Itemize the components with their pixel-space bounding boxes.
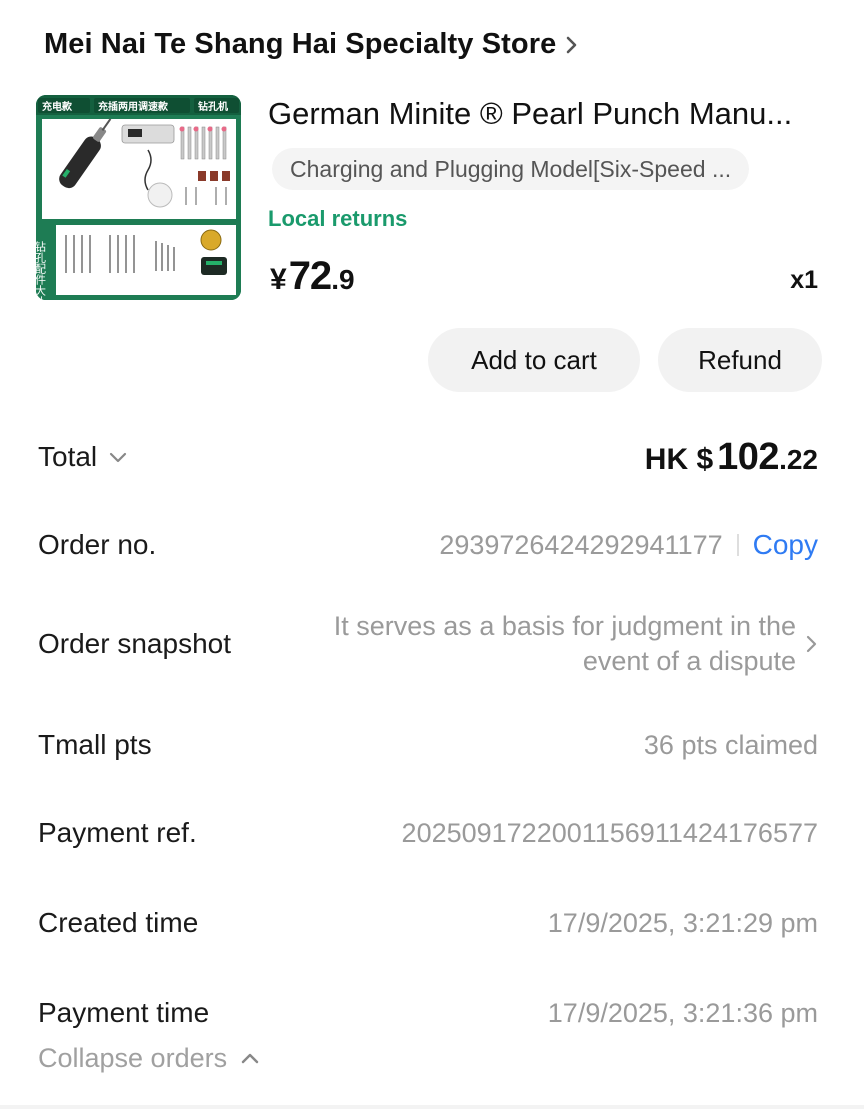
store-header[interactable]: Mei Nai Te Shang Hai Specialty Store <box>44 28 578 61</box>
order-number-value: 2939726424292941177 <box>439 529 723 560</box>
chevron-right-icon <box>567 36 577 53</box>
product-quantity: x1 <box>790 266 818 294</box>
local-returns-badge: Local returns <box>268 206 408 231</box>
refund-button[interactable]: Refund <box>658 328 822 392</box>
total-toggle[interactable]: Total <box>38 441 127 473</box>
product-image[interactable]: 充电款 充插两用调速款 钻孔机 钻孔配件大 <box>36 95 241 300</box>
product-thumbnail-icon: 充电款 充插两用调速款 钻孔机 钻孔配件大 <box>36 95 241 300</box>
sku-text: Charging and Plugging Model[Six-Speed ..… <box>290 155 732 182</box>
store-name[interactable]: Mei Nai Te Shang Hai Specialty Store <box>44 28 556 61</box>
total-label: Total <box>38 441 98 472</box>
divider <box>0 1105 864 1109</box>
total-amount: HK $ 102 .22 <box>645 436 818 479</box>
product-title[interactable]: German Minite ® Pearl Punch Manu... <box>268 96 828 132</box>
collapse-orders-button[interactable]: Collapse orders <box>38 1043 259 1074</box>
created-time-label: Created time <box>38 907 199 938</box>
order-detail-page: Mei Nai Te Shang Hai Specialty Store 充电款… <box>0 0 864 1109</box>
order-number-value-wrap: 2939726424292941177 Copy <box>439 529 818 561</box>
image-tag-2: 充插两用调速款 <box>98 100 169 113</box>
payment-time-row: Payment time 17/9/2025, 3:21:36 pm <box>38 988 818 1038</box>
order-number-row: Order no. 2939726424292941177 Copy <box>38 520 818 570</box>
chevron-right-icon <box>806 635 817 653</box>
tmall-points-value: 36 pts claimed <box>643 729 818 760</box>
price-integer: 72 <box>288 254 332 298</box>
image-side-label: 钻孔配件大礼包 <box>36 240 47 300</box>
order-number-label: Order no. <box>38 529 157 560</box>
payment-ref-label: Payment ref. <box>38 817 197 848</box>
sku-chip[interactable]: Charging and Plugging Model[Six-Speed ..… <box>272 148 750 190</box>
image-tag-1: 充电款 <box>42 100 73 113</box>
price-decimal: .9 <box>331 264 355 295</box>
copy-button[interactable]: Copy <box>753 529 818 561</box>
total-currency: HK $ <box>644 442 714 476</box>
order-snapshot-link[interactable]: It serves as a basis for judgment in the… <box>276 609 818 679</box>
order-snapshot-value: It serves as a basis for judgment in the… <box>333 611 796 676</box>
order-snapshot-row[interactable]: Order snapshot It serves as a basis for … <box>38 606 818 682</box>
product-price: ¥ 72 .9 <box>270 254 355 299</box>
total-decimal: .22 <box>779 443 818 475</box>
divider <box>736 534 739 556</box>
tmall-points-label: Tmall pts <box>38 729 152 760</box>
payment-ref-row: Payment ref. 202509172200115691142417657… <box>38 808 818 858</box>
created-time-value: 17/9/2025, 3:21:29 pm <box>547 907 818 938</box>
total-integer: 102 <box>717 435 780 478</box>
payment-ref-value: 2025091722001156911424176577 <box>401 817 818 848</box>
payment-time-label: Payment time <box>38 997 210 1028</box>
tmall-points-row: Tmall pts 36 pts claimed <box>38 720 818 770</box>
order-snapshot-label: Order snapshot <box>38 628 231 659</box>
created-time-row: Created time 17/9/2025, 3:21:29 pm <box>38 898 818 948</box>
price-currency: ¥ <box>270 263 287 296</box>
add-to-cart-button[interactable]: Add to cart <box>428 328 640 392</box>
payment-time-value: 17/9/2025, 3:21:36 pm <box>547 997 818 1028</box>
collapse-orders-label: Collapse orders <box>38 1043 228 1073</box>
total-row: Total HK $ 102 .22 <box>38 432 818 482</box>
chevron-up-icon <box>241 1053 259 1064</box>
chevron-down-icon <box>110 452 127 462</box>
image-tag-3: 钻孔机 <box>198 100 228 113</box>
